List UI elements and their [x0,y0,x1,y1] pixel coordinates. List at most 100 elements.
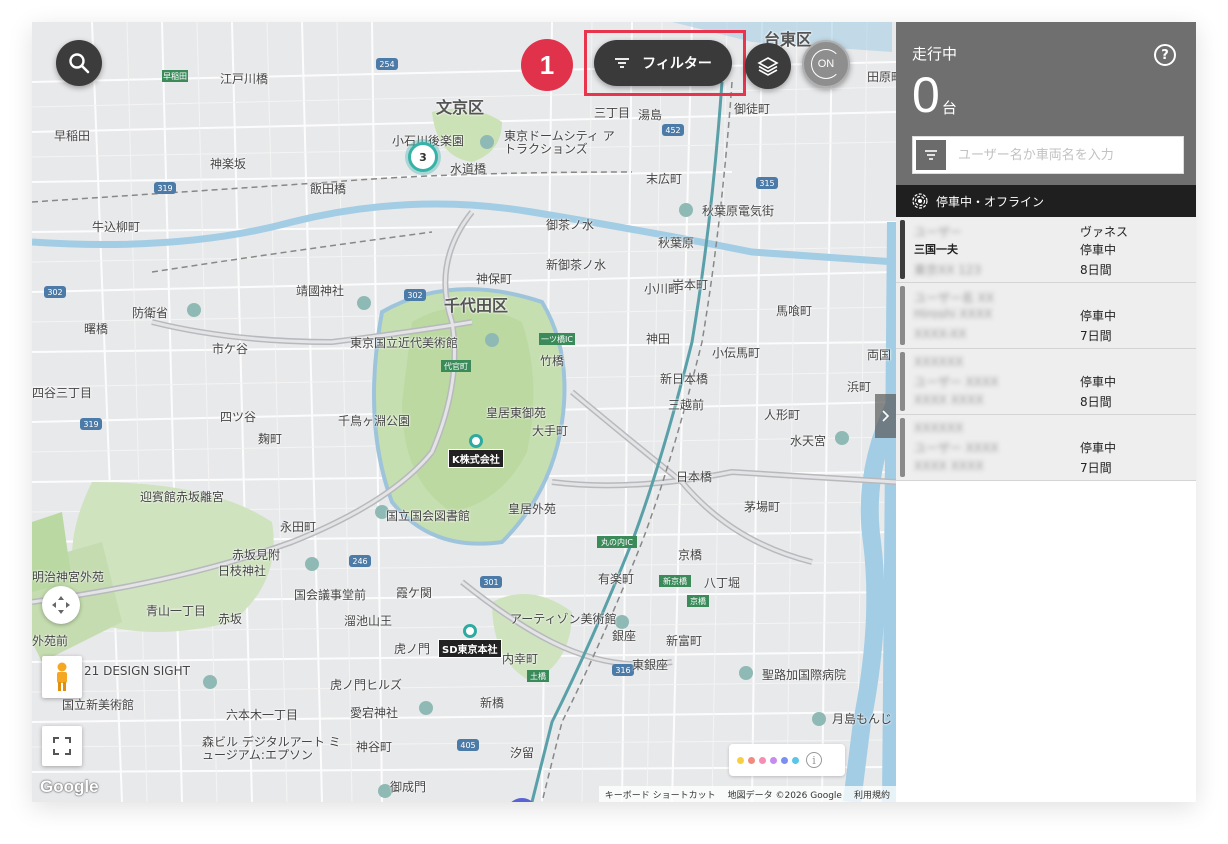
svg-text:土橋: 土橋 [530,671,546,681]
svg-text:316: 316 [615,666,630,675]
vehicle-status: 停車中 [1080,309,1117,323]
vehicle-list-item[interactable]: XXXXXX ユーザー XXXX XXXX XXXX 停車中 7日間 [896,415,1196,481]
vehicle-search-box[interactable] [912,136,1184,174]
street-view-pegman-button[interactable] [42,656,82,698]
svg-text:302: 302 [47,288,62,297]
vehicle-user-top: XXXXXX [914,421,964,435]
filter-icon [925,150,937,160]
map-canvas[interactable]: 254 452 315 319 302 302 319 246 301 316 … [32,22,896,802]
legend-dot [770,756,777,764]
location-pin-sd[interactable]: SD東京本社 [438,624,502,658]
color-legend[interactable]: i [729,744,845,776]
vehicle-list-item[interactable]: ユーザー 三国一夫 東京XX 123 ヴァネス 停車中 8日間 [896,217,1196,283]
step-badge: 1 [521,39,573,91]
search-icon [69,53,90,74]
status-bar [900,352,905,411]
legend-dot [792,756,799,764]
panel-collapse-button[interactable] [875,394,896,438]
svg-text:代官町: 代官町 [444,361,468,371]
search-filter-icon[interactable] [916,140,946,170]
info-icon[interactable]: i [806,752,822,768]
recenter-button[interactable] [42,586,80,624]
vehicle-driver-name: ユーザー XXXX [914,375,999,389]
vehicle-stop-duration: 8日間 [1080,263,1112,277]
svg-text:丸の内IC: 丸の内IC [601,537,633,547]
terms-link[interactable]: 利用規約 [854,788,890,801]
svg-text:一ツ橋IC: 一ツ橋IC [541,334,573,344]
svg-text:319: 319 [83,420,98,429]
legend-dot [748,756,755,764]
chevron-right-icon [881,410,889,422]
vehicle-driver-name: 三国一夫 [914,243,958,256]
status-bar [900,418,905,477]
pin-label: K株式会社 [448,449,504,468]
vehicle-search-input[interactable] [956,146,1176,164]
layers-icon [757,57,779,76]
map-view[interactable]: 254 452 315 319 302 302 319 246 301 316 … [32,22,896,802]
filter-label: フィルター [642,56,712,72]
svg-text:452: 452 [665,126,680,135]
svg-text:新京橋: 新京橋 [663,576,687,586]
pegman-icon [57,662,67,691]
svg-text:246: 246 [352,557,367,566]
vehicle-stop-duration: 7日間 [1080,461,1112,475]
svg-text:319: 319 [157,184,172,193]
svg-text:405: 405 [460,741,475,750]
signal-icon [912,193,928,209]
legend-dot [781,756,788,764]
pin-dot [462,624,477,638]
filter-icon [615,58,630,68]
live-toggle-label: ON [811,49,841,79]
fullscreen-icon [53,737,71,755]
panel-header: 走行中 ? 0 台 [896,22,1196,185]
vehicle-plate: XXXX XXXX [914,393,984,407]
map-data-credit: 地図データ ©2026 Google [727,790,842,801]
vehicle-plate: XXXX XXXX [914,459,984,473]
running-count: 0 台 [912,70,957,120]
keyboard-shortcuts-link[interactable]: キーボード ショートカット [605,788,716,801]
vehicle-plate: XXXX-XX [914,327,967,341]
pin-label: SD東京本社 [438,639,502,658]
running-count-unit: 台 [941,99,957,117]
map-layers-button[interactable] [745,43,791,89]
vehicle-model: ヴァネス [1080,225,1129,239]
app-window: 254 452 315 319 302 302 319 246 301 316 … [32,22,1196,802]
vehicle-stop-duration: 7日間 [1080,329,1112,343]
vehicle-status: 停車中 [1080,441,1117,455]
status-bar [900,220,905,279]
running-count-value: 0 [912,67,940,123]
vehicle-list-item[interactable]: XXXXXX ユーザー XXXX XXXX XXXX 停車中 8日間 [896,349,1196,415]
vehicle-status: 停車中 [1080,243,1117,257]
svg-text:早稲田: 早稲田 [163,71,187,81]
move-arrows-icon [52,596,70,614]
fullscreen-button[interactable] [42,726,82,766]
vehicle-user-top: ユーザー名 XX [914,291,995,305]
legend-dot [759,756,766,764]
live-toggle-button[interactable]: ON [802,40,850,88]
vehicle-driver-name: Hiroshi XXXX [914,307,993,321]
pin-dot [468,434,483,448]
map-attribution: キーボード ショートカット 地図データ ©2026 Google 利用規約 [598,786,896,802]
vehicle-list-item[interactable]: ユーザー名 XX Hiroshi XXXX XXXX-XX 停車中 7日間 [896,283,1196,349]
running-label: 走行中 [912,45,958,63]
svg-text:254: 254 [379,60,394,69]
vehicle-status: 停車中 [1080,375,1117,389]
svg-text:301: 301 [483,578,498,587]
vehicle-user-top: XXXXXX [914,355,964,369]
filter-button[interactable]: フィルター [594,40,732,86]
legend-dot [737,756,744,764]
vehicle-cluster-marker[interactable]: 3 [408,142,438,172]
vehicle-panel: 走行中 ? 0 台 ユーザー名か車両名を入力 停車中・オフライン ユーザー 三国… [896,22,1196,802]
stopped-offline-header: 停車中・オフライン [896,185,1196,217]
google-logo: Google [40,777,99,796]
map-search-button[interactable] [56,40,102,86]
location-pin-k[interactable]: K株式会社 [448,434,504,468]
help-icon[interactable]: ? [1154,44,1176,66]
status-bar [900,286,905,345]
vehicle-stop-duration: 8日間 [1080,395,1112,409]
stopped-offline-label: 停車中・オフライン [936,194,1045,209]
svg-text:京橋: 京橋 [690,596,706,606]
vehicle-driver-name: ユーザー XXXX [914,441,999,455]
vehicle-user-top: ユーザー [914,225,962,239]
svg-text:315: 315 [759,179,774,188]
